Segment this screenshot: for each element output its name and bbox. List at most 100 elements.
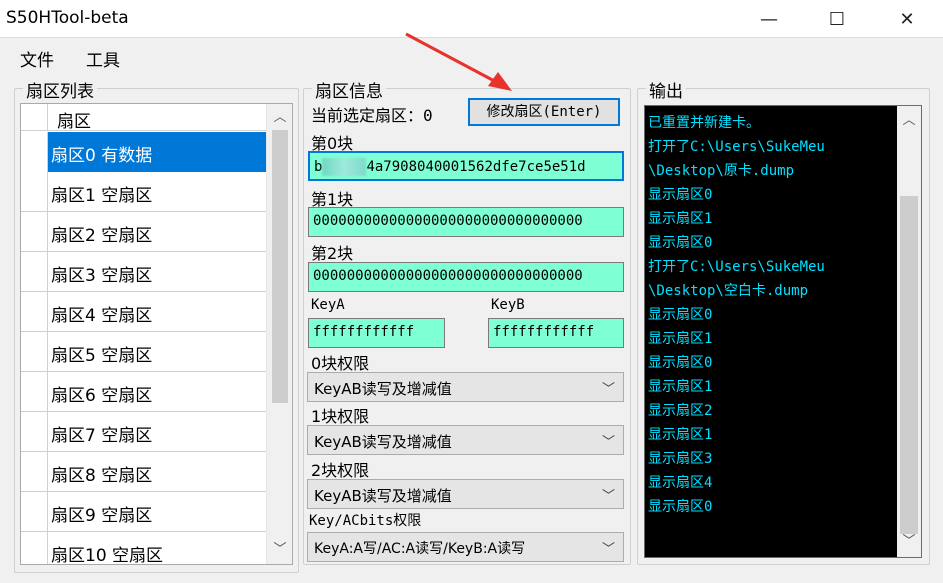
sector-list[interactable]: 扇区 扇区0 有数据 扇区1 空扇区 扇区2 空扇区 扇区3 空扇区 扇区4 空扇区 扇区… [20,103,293,565]
sector-cell[interactable]: 扇区4 空扇区 [51,301,152,326]
table-row[interactable]: 扇区0 有数据 [21,132,267,172]
output-line: 显示扇区0 [648,235,713,251]
scrollbar-thumb[interactable] [272,130,288,403]
output-line: 显示扇区0 [648,307,713,323]
sector-cell[interactable]: 扇区10 空扇区 [51,541,163,564]
perm2-value: KeyAB读写及增减值 [314,487,452,505]
perm1-select[interactable]: KeyAB读写及增减值 ﹀ [307,425,624,455]
sector-list-scrollbar[interactable]: ︿ ﹀ [266,104,292,564]
chevron-down-icon: ﹀ [601,542,615,557]
output-line: 显示扇区2 [648,403,713,419]
menu-tools[interactable]: 工具 [86,46,120,71]
row-header[interactable] [21,532,48,564]
table-row[interactable]: 扇区7 空扇区 [21,412,267,452]
perm1-label: 1块权限 [311,407,370,426]
table-row[interactable]: 扇区2 空扇区 [21,212,267,252]
output-console[interactable]: 已重置并新建卡。打开了C:\Users\SukeMeu \Desktop\原卡.d… [644,105,922,558]
close-button[interactable]: ✕ [884,0,930,38]
title-bar: S50HTool-beta — ☐ ✕ [0,0,943,38]
chevron-up-icon[interactable]: ︿ [267,107,292,129]
output-line: 显示扇区3 [648,451,713,467]
table-row[interactable]: 扇区6 空扇区 [21,372,267,412]
chevron-down-icon[interactable]: ﹀ [897,531,921,553]
output-line: 显示扇区1 [648,427,713,443]
list-header: 扇区 [21,104,267,132]
table-row[interactable]: 扇区8 空扇区 [21,452,267,492]
sector-cell[interactable]: 扇区2 空扇区 [51,221,152,246]
perm2-select[interactable]: KeyAB读写及增减值 ﹀ [307,479,624,509]
sector-cell[interactable]: 扇区9 空扇区 [51,501,152,526]
row-header[interactable] [21,412,48,452]
keya-field[interactable]: ffffffffffff [308,318,445,348]
block0-value: 4a7908040001562dfe7ce5e51d [366,159,586,175]
output-line: 显示扇区1 [648,211,713,227]
chevron-down-icon: ﹀ [601,435,615,450]
output-line: 打开了C:\Users\SukeMeu [648,139,825,155]
output-line: \Desktop\空白卡.dump [648,283,809,299]
row-header-corner [21,104,48,131]
permkey-label: Key/ACbits权限 [309,513,422,529]
output-line: 已重置并新建卡。 [648,115,760,131]
sector-cell[interactable]: 扇区0 有数据 [51,141,152,166]
row-header[interactable] [21,452,48,492]
table-row[interactable]: 扇区10 空扇区 [21,532,267,564]
row-header[interactable] [21,212,48,252]
sector-cell[interactable]: 扇区5 空扇区 [51,341,152,366]
output-line: 打开了C:\Users\SukeMeu [648,259,825,275]
chevron-down-icon: ﹀ [601,489,615,504]
output-line: 显示扇区1 [648,331,713,347]
minimize-button[interactable]: — [746,0,792,38]
row-header[interactable] [21,372,48,412]
maximize-button[interactable]: ☐ [814,0,860,38]
row-header[interactable] [21,332,48,372]
output-line: 显示扇区0 [648,499,713,515]
block0-prefix: b [314,159,323,175]
output-line: \Desktop\原卡.dump [648,163,795,179]
current-sector-label: 当前选定扇区：0 [311,106,433,125]
chevron-down-icon: ﹀ [601,382,615,397]
keya-label: KeyA [311,297,345,313]
sector-cell[interactable]: 扇区1 空扇区 [51,181,152,206]
block2-label: 第2块 [311,244,354,263]
block2-field[interactable]: 00000000000000000000000000000000 [308,262,624,292]
output-line: 显示扇区0 [648,187,713,203]
sector-cell[interactable]: 扇区8 空扇区 [51,461,152,486]
output-scrollbar-thumb[interactable] [900,196,918,534]
table-row[interactable]: 扇区1 空扇区 [21,172,267,212]
table-row[interactable]: 扇区3 空扇区 [21,252,267,292]
table-row[interactable]: 扇区5 空扇区 [21,332,267,372]
redacted-region [322,158,367,176]
sector-cell[interactable]: 扇区7 空扇区 [51,421,152,446]
sector-list-label: 扇区列表 [23,77,97,102]
column-header-sector[interactable]: 扇区 [57,107,91,132]
perm0-select[interactable]: KeyAB读写及增减值 ﹀ [307,372,624,402]
row-header[interactable] [21,132,48,172]
menu-bar: 文件 工具 [0,40,943,72]
row-header[interactable] [21,172,48,212]
sector-cell[interactable]: 扇区6 空扇区 [51,381,152,406]
sector-cell[interactable]: 扇区3 空扇区 [51,261,152,286]
output-line: 显示扇区0 [648,355,713,371]
perm0-label: 0块权限 [311,354,370,373]
output-label: 输出 [646,77,686,102]
window-title: S50HTool-beta [6,8,129,28]
chevron-up-icon[interactable]: ︿ [897,110,921,132]
row-header[interactable] [21,292,48,332]
menu-file[interactable]: 文件 [20,46,54,71]
output-line: 显示扇区4 [648,475,713,491]
row-header[interactable] [21,252,48,292]
output-line: 显示扇区1 [648,379,713,395]
chevron-down-icon[interactable]: ﹀ [267,539,292,561]
block0-field[interactable]: b 4a7908040001562dfe7ce5e51d [308,151,624,181]
modify-sector-button[interactable]: 修改扇区(Enter) [468,98,620,126]
block1-field[interactable]: 00000000000000000000000000000000 [308,207,624,237]
table-row[interactable]: 扇区9 空扇区 [21,492,267,532]
permkey-select[interactable]: KeyA:A写/AC:A读写/KeyB:A读写 ﹀ [307,532,624,562]
sector-info-label: 扇区信息 [312,77,386,102]
output-scrollbar[interactable]: ︿ ﹀ [897,106,921,557]
perm2-label: 2块权限 [311,461,370,480]
keyb-field[interactable]: ffffffffffff [488,318,624,348]
row-header[interactable] [21,492,48,532]
permkey-value: KeyA:A写/AC:A读写/KeyB:A读写 [314,541,526,557]
table-row[interactable]: 扇区4 空扇区 [21,292,267,332]
